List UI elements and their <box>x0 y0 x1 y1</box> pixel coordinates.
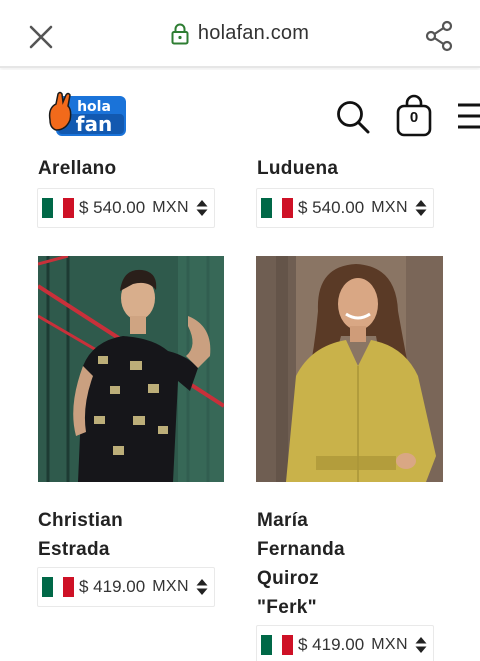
currency-code: MXN <box>371 636 408 653</box>
site-header-overlay: hola fan 0 <box>0 70 480 160</box>
product-name-line: María <box>257 510 309 531</box>
holafan-logo[interactable]: hola fan <box>46 90 128 140</box>
product-photo <box>38 256 224 482</box>
mexico-flag-icon <box>261 635 294 655</box>
product-price: $ 540.00 <box>79 198 146 217</box>
currency-code: MXN <box>152 578 189 595</box>
currency-code: MXN <box>152 199 189 216</box>
product-name-line: "Ferk" <box>257 597 317 618</box>
up-down-arrows-icon <box>415 200 427 216</box>
cart-count: 0 <box>409 109 419 126</box>
currency-code: MXN <box>371 199 408 216</box>
mexico-flag-icon <box>42 577 75 597</box>
product-name-line: Estrada <box>38 539 110 560</box>
price-currency-selector[interactable]: $ 419.00 MXN <box>37 567 215 607</box>
search-icon[interactable] <box>334 98 372 136</box>
mexico-flag-icon <box>42 198 75 218</box>
product-name-line: Christian <box>38 510 124 531</box>
lock-icon <box>171 23 189 44</box>
product-price: $ 419.00 <box>298 635 365 654</box>
up-down-arrows-icon <box>415 637 427 653</box>
mexico-flag-icon <box>261 198 294 218</box>
up-down-arrows-icon <box>196 200 208 216</box>
share-icon[interactable] <box>424 20 454 52</box>
url-text: holafan.com <box>197 22 310 44</box>
address-bar[interactable]: holafan.com <box>0 22 480 50</box>
product-price: $ 540.00 <box>298 198 365 217</box>
product-name-line: Quiroz <box>257 568 319 589</box>
product-photo <box>256 256 443 482</box>
product-name[interactable]: Christian Estrada <box>38 506 123 564</box>
up-down-arrows-icon <box>196 579 208 595</box>
cart-button[interactable]: 0 <box>394 94 434 138</box>
product-price: $ 419.00 <box>79 577 146 596</box>
product-image-maria-fernanda-quiroz[interactable] <box>256 256 443 482</box>
hamburger-menu-icon[interactable] <box>456 100 480 132</box>
product-name[interactable]: María Fernanda Quiroz "Ferk" <box>257 506 345 622</box>
price-currency-selector[interactable]: $ 540.00 MXN <box>256 188 434 228</box>
price-currency-selector[interactable]: $ 419.00 MXN <box>256 625 434 661</box>
price-currency-selector[interactable]: $ 540.00 MXN <box>37 188 215 228</box>
logo-text-bottom: fan <box>76 112 112 136</box>
product-name-line: Fernanda <box>257 539 345 560</box>
product-image-christian-estrada[interactable] <box>38 256 224 482</box>
browser-toolbar: holafan.com <box>0 0 480 68</box>
